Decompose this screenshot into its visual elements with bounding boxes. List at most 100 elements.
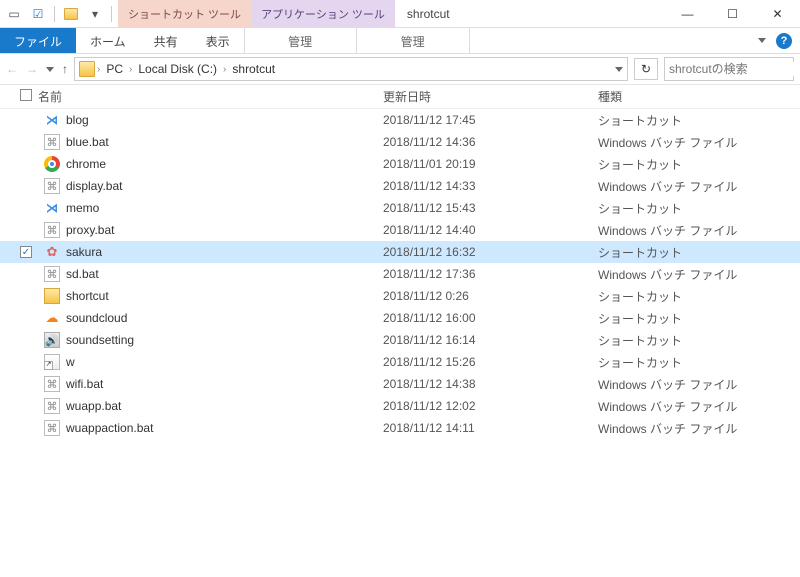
file-name: proxy.bat	[66, 223, 114, 237]
file-date: 2018/11/12 16:32	[383, 245, 598, 259]
table-row[interactable]: w 2018/11/12 15:26ショートカット	[0, 351, 800, 373]
file-list[interactable]: ⋊blog2018/11/12 17:45ショートカット⌘blue.bat201…	[0, 109, 800, 549]
minimize-button[interactable]: —	[665, 0, 710, 27]
file-icon: ⌘	[44, 398, 60, 414]
file-icon: ✿	[44, 244, 60, 260]
file-type: Windows バッチ ファイル	[598, 420, 800, 437]
table-row[interactable]: 🔊soundsetting2018/11/12 16:14ショートカット	[0, 329, 800, 351]
breadcrumb-item[interactable]: PC	[102, 62, 127, 76]
table-row[interactable]: chrome 2018/11/01 20:19ショートカット	[0, 153, 800, 175]
qat-dropdown[interactable]: ▾	[85, 4, 105, 24]
file-icon	[44, 288, 60, 304]
forward-button[interactable]: →	[26, 62, 38, 76]
file-name: blog	[66, 113, 89, 127]
file-date: 2018/11/12 12:02	[383, 399, 598, 413]
window-controls: — ☐ ✕	[665, 0, 800, 27]
quick-access-toolbar: ▭ ☑ ▾	[0, 0, 118, 27]
up-button[interactable]: ↑	[62, 62, 68, 76]
file-name: w	[66, 355, 75, 369]
chevron-right-icon[interactable]: ›	[223, 64, 226, 75]
context-tab-application-tools[interactable]: アプリケーション ツール	[251, 0, 395, 27]
ribbon-tab-home[interactable]: ホーム	[76, 28, 140, 53]
help-icon[interactable]: ?	[776, 33, 792, 49]
nav-arrows: ← → ↑	[6, 62, 68, 76]
file-name: chrome	[66, 157, 106, 171]
breadcrumb-item[interactable]: Local Disk (C:)	[134, 62, 221, 76]
file-type: Windows バッチ ファイル	[598, 222, 800, 239]
search-input[interactable]	[669, 62, 800, 76]
search-box[interactable]: 🔍	[664, 57, 794, 81]
properties-button[interactable]: ☑	[28, 4, 48, 24]
file-icon: ⋊	[44, 200, 60, 216]
file-date: 2018/11/12 16:14	[383, 333, 598, 347]
breadcrumb-item[interactable]: shrotcut	[228, 62, 279, 76]
table-row[interactable]: shortcut2018/11/12 0:26ショートカット	[0, 285, 800, 307]
table-row[interactable]: ☁soundcloud2018/11/12 16:00ショートカット	[0, 307, 800, 329]
breadcrumb[interactable]: › PC › Local Disk (C:) › shrotcut	[74, 57, 628, 81]
file-name: soundsetting	[66, 333, 134, 347]
table-row[interactable]: ⌘wuappaction.bat2018/11/12 14:11Windows …	[0, 417, 800, 439]
table-row[interactable]: ⌘proxy.bat2018/11/12 14:40Windows バッチ ファ…	[0, 219, 800, 241]
file-icon: ☁	[44, 310, 60, 326]
file-date: 2018/11/12 15:43	[383, 201, 598, 215]
maximize-button[interactable]: ☐	[710, 0, 755, 27]
column-headers: 名前 更新日時 種類	[0, 85, 800, 109]
ribbon-collapse-button[interactable]	[758, 38, 766, 43]
file-type: Windows バッチ ファイル	[598, 178, 800, 195]
file-type: ショートカット	[598, 112, 800, 129]
select-all-checkbox[interactable]	[20, 89, 32, 101]
file-type: Windows バッチ ファイル	[598, 266, 800, 283]
column-header-name[interactable]: 名前	[38, 88, 383, 105]
table-row[interactable]: ⌘display.bat2018/11/12 14:33Windows バッチ …	[0, 175, 800, 197]
ribbon-tab-file[interactable]: ファイル	[0, 28, 76, 53]
file-type: ショートカット	[598, 288, 800, 305]
file-date: 2018/11/01 20:19	[383, 157, 598, 171]
file-type: ショートカット	[598, 332, 800, 349]
ribbon-tab-view[interactable]: 表示	[192, 28, 244, 53]
file-date: 2018/11/12 16:00	[383, 311, 598, 325]
history-dropdown[interactable]	[46, 67, 54, 72]
file-icon: ⌘	[44, 376, 60, 392]
file-date: 2018/11/12 15:26	[383, 355, 598, 369]
file-date: 2018/11/12 14:38	[383, 377, 598, 391]
file-type: ショートカット	[598, 244, 800, 261]
table-row[interactable]: ⌘sd.bat2018/11/12 17:36Windows バッチ ファイル	[0, 263, 800, 285]
file-date: 2018/11/12 0:26	[383, 289, 598, 303]
table-row[interactable]: ⌘blue.bat2018/11/12 14:36Windows バッチ ファイ…	[0, 131, 800, 153]
back-button[interactable]: ←	[6, 62, 18, 76]
file-name: memo	[66, 201, 99, 215]
chevron-right-icon[interactable]: ›	[129, 64, 132, 75]
folder-icon	[79, 61, 95, 77]
breadcrumb-dropdown[interactable]	[615, 67, 623, 72]
file-type: Windows バッチ ファイル	[598, 398, 800, 415]
context-tabs: ショートカット ツール アプリケーション ツール	[118, 0, 395, 27]
file-date: 2018/11/12 14:33	[383, 179, 598, 193]
app-icon[interactable]: ▭	[4, 4, 24, 24]
file-name: wifi.bat	[66, 377, 103, 391]
table-row[interactable]: ⌘ wifi.bat 2018/11/12 14:38Windows バッチ ファイ…	[0, 373, 800, 395]
file-type: ショートカット	[598, 354, 800, 371]
file-date: 2018/11/12 14:40	[383, 223, 598, 237]
file-type: Windows バッチ ファイル	[598, 376, 800, 393]
file-name: sd.bat	[66, 267, 99, 281]
address-bar-row: ← → ↑ › PC › Local Disk (C:) › shrotcut …	[0, 54, 800, 85]
table-row[interactable]: ✓✿sakura2018/11/12 16:32ショートカット	[0, 241, 800, 263]
refresh-button[interactable]: ↻	[634, 58, 658, 80]
ribbon-tab-manage-2[interactable]: 管理	[357, 28, 470, 53]
chevron-right-icon[interactable]: ›	[97, 64, 100, 75]
context-tab-shortcut-tools[interactable]: ショートカット ツール	[118, 0, 251, 27]
close-button[interactable]: ✕	[755, 0, 800, 27]
ribbon-tab-share[interactable]: 共有	[140, 28, 192, 53]
ribbon-tab-manage-1[interactable]: 管理	[244, 28, 357, 53]
folder-button[interactable]	[61, 4, 81, 24]
file-date: 2018/11/12 17:36	[383, 267, 598, 281]
file-type: ショートカット	[598, 156, 800, 173]
file-date: 2018/11/12 14:11	[383, 421, 598, 435]
table-row[interactable]: ⋊blog2018/11/12 17:45ショートカット	[0, 109, 800, 131]
table-row[interactable]: ⋊memo2018/11/12 15:43ショートカット	[0, 197, 800, 219]
file-date: 2018/11/12 17:45	[383, 113, 598, 127]
row-checkbox[interactable]: ✓	[20, 246, 32, 258]
table-row[interactable]: ⌘wuapp.bat2018/11/12 12:02Windows バッチ ファ…	[0, 395, 800, 417]
column-header-date[interactable]: 更新日時	[383, 88, 598, 105]
column-header-type[interactable]: 種類	[598, 88, 800, 105]
